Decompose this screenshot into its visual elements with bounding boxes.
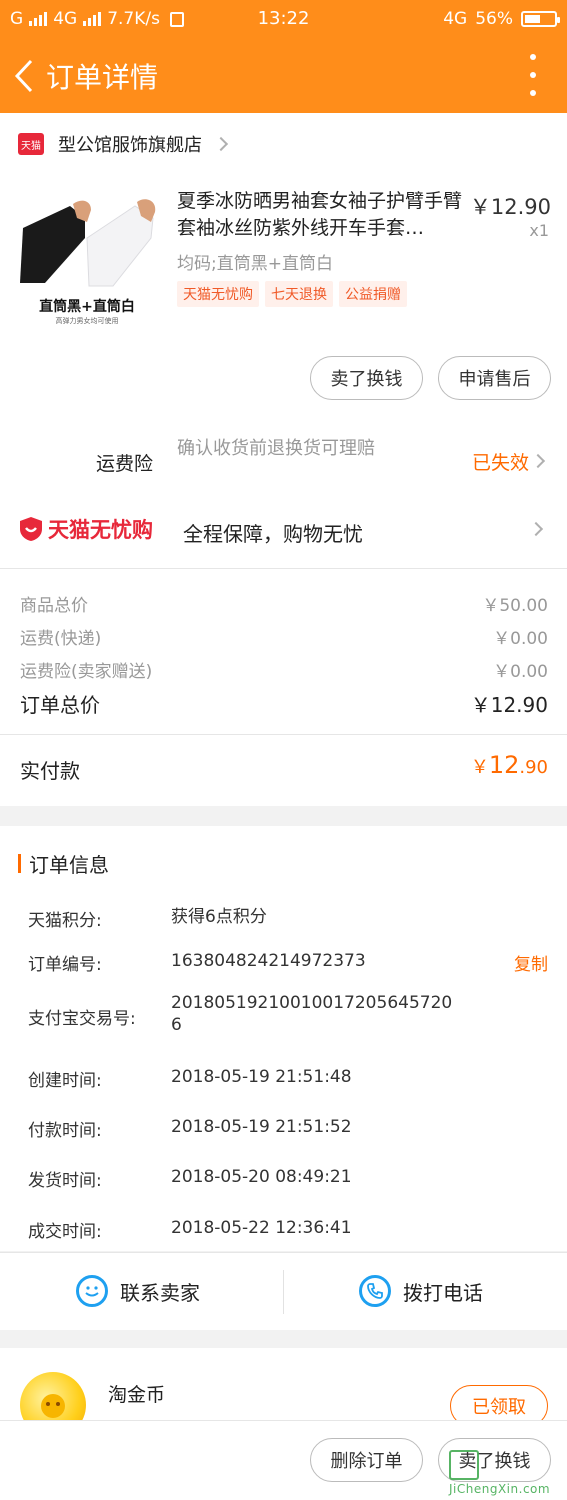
product-quantity: x1 (529, 221, 549, 240)
total-label: 订单总价 (20, 693, 100, 717)
coin-title: 淘金币 (108, 1384, 166, 1406)
alipay-number: 20180519210010017205645720 6 (171, 992, 452, 1036)
insurance-label: 运费险 (96, 453, 154, 475)
info-label: 成交时间: (28, 1222, 102, 1242)
top-bar: G 4G 7.7K/s 13:22 4G 56% 订单详情 (0, 0, 567, 113)
alipay-number-line2: 6 (171, 1015, 182, 1035)
paid-label: 实付款 (20, 759, 80, 783)
price-label: 运费(快递) (20, 629, 102, 649)
back-arrow-icon (14, 59, 33, 92)
price-label: 商品总价 (20, 596, 88, 616)
info-value: 2018-05-22 12:36:41 (171, 1218, 352, 1238)
contact-seller-label: 联系卖家 (120, 1280, 200, 1305)
chevron-right-icon (528, 521, 544, 537)
paid-amount: ￥12.90 (471, 751, 548, 779)
contact-seller-button[interactable]: 联系卖家 (76, 1275, 200, 1307)
watermark-text: JiChengXin.com (449, 1482, 551, 1496)
watermark: JiChengXin.com (449, 1448, 561, 1496)
coin-card: 淘金币 已领取 (0, 1348, 567, 1438)
product-card: 天猫 型公馆服饰旗舰店 直筒黑+直筒白 高弹力男女均可使用 夏季冰防晒男袖套女袖… (0, 113, 567, 568)
product-image[interactable]: 直筒黑+直筒白 高弹力男女均可使用 (15, 188, 159, 328)
info-label: 支付宝交易号: (28, 1009, 136, 1029)
info-label: 发货时间: (28, 1171, 102, 1191)
order-number: 163804824214972373 (171, 951, 366, 971)
watermark-logo-icon (449, 1450, 479, 1480)
wuyou-logo-text: 天猫无忧购 (48, 518, 153, 542)
price-value: ￥0.00 (493, 662, 548, 682)
paid-row: 实付款 ￥12.90 (0, 735, 567, 807)
store-name: 型公馆服饰旗舰店 (58, 135, 202, 156)
info-label: 订单编号: (28, 955, 102, 975)
total-value: ￥12.90 (470, 693, 548, 717)
price-card: 商品总价 ￥50.00 运费(快递) ￥0.00 运费险(卖家赠送) ￥0.00… (0, 568, 567, 806)
order-info-title: 订单信息 (18, 849, 109, 878)
paid-dec: .90 (519, 757, 548, 778)
insurance-row[interactable]: 运费险 确认收货前退换货可理赔 已失效 (0, 430, 567, 492)
image-caption: 直筒黑+直筒白 (39, 299, 135, 315)
image-subcaption: 高弹力男女均可使用 (55, 317, 119, 325)
info-label: 付款时间: (28, 1121, 102, 1141)
insurance-status: 已失效 (471, 452, 529, 474)
after-sale-button[interactable]: 申请售后 (438, 356, 551, 400)
product-sku: 均码;直筒黑+直筒白 (177, 254, 333, 274)
alipay-number-line1: 20180519210010017205645720 (171, 993, 453, 1013)
product-title[interactable]: 夏季冰防晒男袖套女袖子护臂手臂套袖冰丝防紫外线开车手套… (177, 188, 467, 242)
chevron-right-icon (530, 453, 546, 469)
store-row[interactable]: 天猫 型公馆服饰旗舰店 (0, 113, 567, 175)
insurance-desc: 确认收货前退换货可理赔 (177, 438, 375, 459)
tag-wuyou: 天猫无忧购 (177, 281, 259, 307)
back-button[interactable] (4, 46, 44, 106)
info-value: 2018-05-20 08:49:21 (171, 1167, 352, 1187)
copy-button[interactable]: 复制 (514, 950, 548, 975)
page-title: 订单详情 (46, 60, 159, 94)
divider (283, 1270, 284, 1314)
chat-icon (76, 1275, 108, 1307)
delete-order-button[interactable]: 删除订单 (310, 1438, 423, 1482)
info-label: 天猫积分: (28, 911, 102, 931)
tag-charity: 公益捐赠 (339, 281, 407, 307)
paid-currency: ￥ (470, 757, 489, 778)
status-bar: G 4G 7.7K/s 13:22 4G 56% (0, 0, 567, 38)
phone-icon (359, 1275, 391, 1307)
battery-icon (521, 11, 560, 27)
clock: 13:22 (257, 8, 310, 29)
tag-return: 七天退换 (265, 281, 333, 307)
nav-bar: 订单详情 (0, 38, 567, 113)
info-value: 获得6点积分 (171, 907, 267, 927)
chevron-right-icon (213, 136, 229, 152)
more-menu-button[interactable] (523, 54, 543, 96)
wuyou-shield-icon (20, 517, 42, 541)
tmall-badge: 天猫 (18, 133, 44, 155)
product-tags: 天猫无忧购 七天退换 公益捐赠 (177, 281, 407, 307)
wuyou-row[interactable]: 天猫无忧购 全程保障，购物无忧 (0, 508, 567, 552)
info-value: 2018-05-19 21:51:52 (171, 1117, 352, 1137)
info-value: 2018-05-19 21:51:48 (171, 1067, 352, 1087)
contact-row: 联系卖家 拨打电话 (0, 1252, 567, 1330)
wuyou-logo: 天猫无忧购 (18, 514, 153, 544)
wuyou-text: 全程保障，购物无忧 (183, 522, 363, 546)
price-label: 运费险(卖家赠送) (20, 662, 153, 682)
call-button[interactable]: 拨打电话 (359, 1275, 483, 1307)
resell-button[interactable]: 卖了换钱 (310, 356, 423, 400)
call-label: 拨打电话 (403, 1280, 483, 1305)
info-label: 创建时间: (28, 1071, 102, 1091)
paid-int: 12 (488, 751, 520, 779)
order-info-card: 订单信息 天猫积分: 获得6点积分 订单编号: 1638048242149723… (0, 826, 567, 1251)
price-value: ￥0.00 (493, 629, 548, 649)
product-price: ￥12.90 (469, 195, 551, 219)
price-value: ￥50.00 (482, 596, 548, 616)
order-info-title-text: 订单信息 (29, 853, 109, 877)
